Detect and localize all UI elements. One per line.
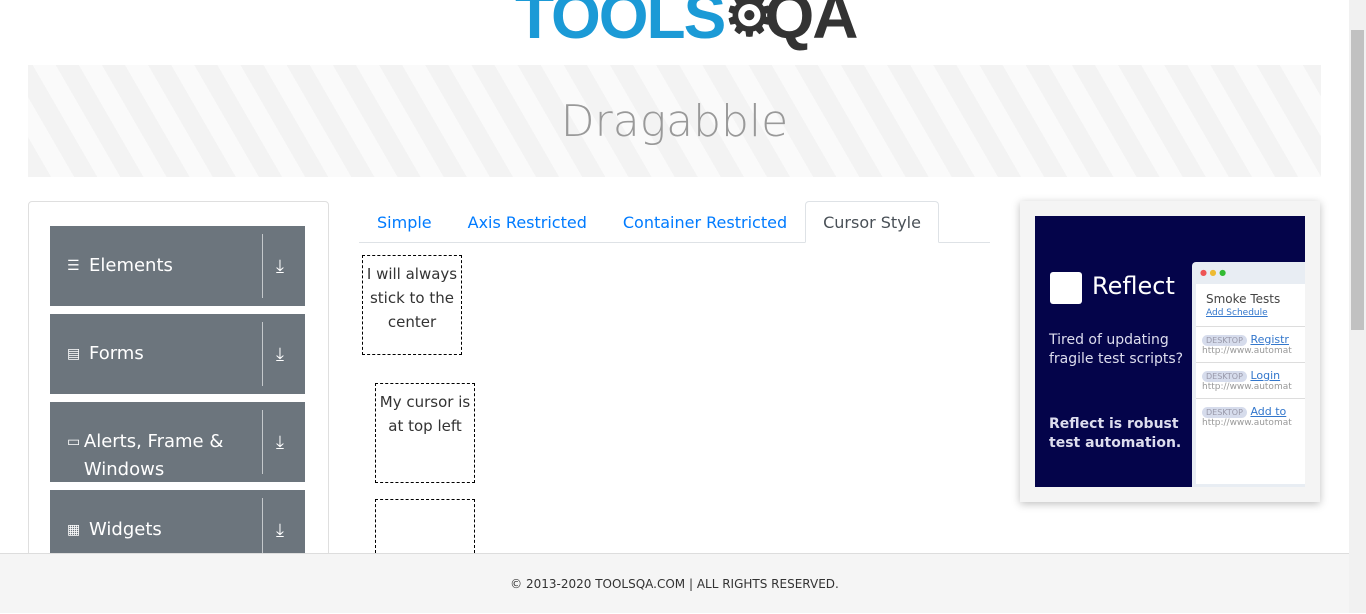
tab-cursor-style[interactable]: Cursor Style bbox=[805, 201, 939, 243]
group-label: Widgets bbox=[89, 519, 162, 540]
download-icon: ⤓ bbox=[276, 432, 284, 453]
ad-row-url: http://www.automat bbox=[1202, 382, 1292, 392]
reflect-ad-image[interactable]: Reflect Tired of updating fragile test s… bbox=[1035, 216, 1305, 487]
group-label: Elements bbox=[89, 255, 173, 276]
ad-tagline: Tired of updating fragile test scripts? bbox=[1049, 332, 1184, 367]
ad-row-name: Login bbox=[1250, 369, 1281, 382]
advertisement[interactable]: Reflect Tired of updating fragile test s… bbox=[1020, 201, 1320, 502]
group-label: Alerts, Frame & Windows bbox=[83, 431, 224, 480]
page-banner: Dragabble bbox=[28, 65, 1321, 177]
ad-badge: DESKTOP bbox=[1202, 407, 1247, 418]
divider bbox=[262, 322, 263, 386]
toolsqa-logo[interactable]: TOOLS ⚙ QA bbox=[515, 0, 858, 54]
tab-container-restricted[interactable]: Container Restricted bbox=[605, 201, 805, 242]
ad-row-name: Add to bbox=[1250, 405, 1287, 418]
widgets-icon: ▦ bbox=[67, 522, 81, 538]
sidebar-group-forms[interactable]: ▤ Forms ⤓ bbox=[50, 314, 305, 394]
copyright-text: © 2013-2020 TOOLSQA.COM | ALL RIGHTS RES… bbox=[510, 577, 839, 591]
reflect-logo-icon bbox=[1050, 272, 1082, 304]
ad-add-schedule: Add Schedule bbox=[1206, 308, 1268, 318]
scrollbar-thumb[interactable] bbox=[1351, 30, 1364, 330]
ad-row-name: Registr bbox=[1250, 333, 1289, 346]
footer: © 2013-2020 TOOLSQA.COM | ALL RIGHTS RES… bbox=[0, 553, 1349, 613]
window-dots-icon: ● ● ● bbox=[1200, 268, 1227, 277]
ad-row-url: http://www.automat bbox=[1202, 418, 1292, 428]
document-icon: ▤ bbox=[67, 346, 81, 362]
download-icon: ⤓ bbox=[276, 344, 284, 365]
tab-simple[interactable]: Simple bbox=[359, 201, 450, 242]
ad-window-mock: ● ● ● Smoke Tests Add Schedule DESKTOP R… bbox=[1192, 262, 1305, 487]
download-icon: ⤓ bbox=[276, 520, 284, 541]
ad-window-title: Smoke Tests bbox=[1206, 292, 1281, 306]
drag-box-center[interactable]: I will always stick to the center bbox=[362, 255, 462, 355]
ad-brand: Reflect bbox=[1092, 272, 1175, 300]
tab-axis-restricted[interactable]: Axis Restricted bbox=[450, 201, 605, 242]
page-title: Dragabble bbox=[560, 95, 789, 147]
sidebar: ☰ Elements ⤓ ▤ Forms ⤓ ▭ Alerts, Frame & Wind… bbox=[28, 201, 329, 601]
hamburger-icon: ☰ bbox=[67, 258, 80, 274]
tab-bar: Simple Axis Restricted Container Restric… bbox=[359, 201, 990, 243]
download-icon: ⤓ bbox=[276, 256, 284, 277]
logo-text-qa: QA bbox=[764, 0, 858, 52]
ad-claim: Reflect is robust test automation. bbox=[1049, 416, 1182, 451]
drag-box-top-left[interactable]: My cursor is at top left bbox=[375, 383, 475, 483]
ad-badge: DESKTOP bbox=[1202, 371, 1247, 382]
sidebar-group-alerts[interactable]: ▭ Alerts, Frame & Windows ⤓ bbox=[50, 402, 305, 482]
group-label: Forms bbox=[89, 343, 144, 364]
divider bbox=[262, 234, 263, 298]
ad-badge: DESKTOP bbox=[1202, 335, 1247, 346]
sidebar-group-elements[interactable]: ☰ Elements ⤓ bbox=[50, 226, 305, 306]
logo-text: TOOLS bbox=[515, 0, 726, 52]
divider bbox=[262, 410, 263, 474]
ad-row-url: http://www.automat bbox=[1202, 346, 1292, 356]
window-icon: ▭ bbox=[67, 434, 81, 450]
